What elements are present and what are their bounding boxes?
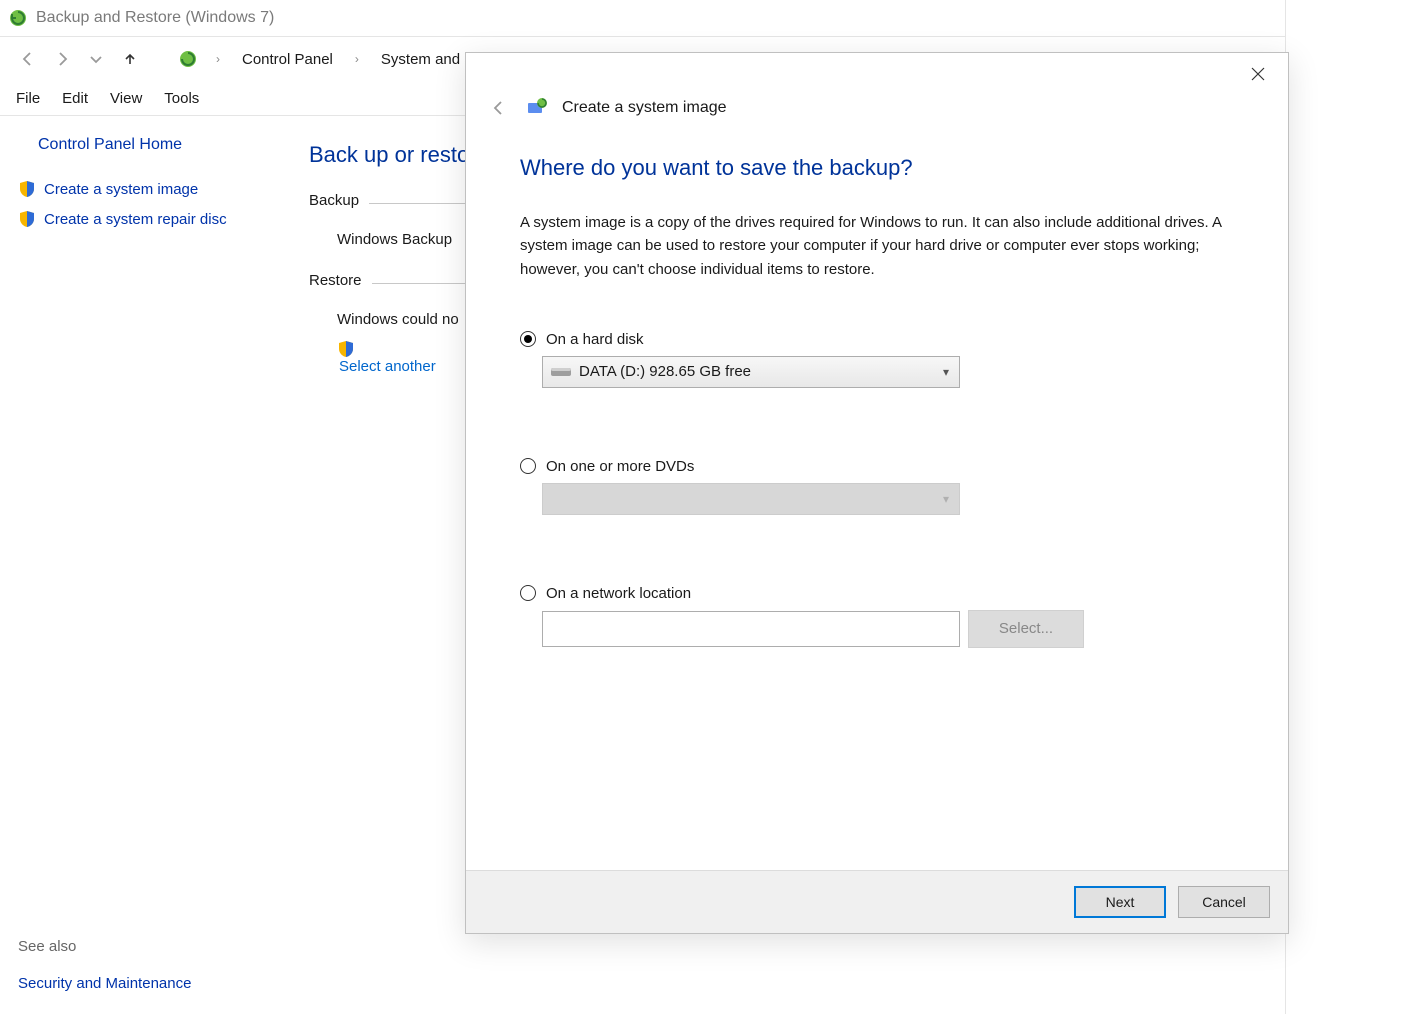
control-panel-home-link[interactable]: Control Panel Home — [18, 136, 277, 154]
window-title: Backup and Restore (Windows 7) — [36, 9, 274, 27]
breadcrumb-sep: › — [355, 52, 359, 66]
close-button[interactable] — [1238, 59, 1278, 89]
create-system-image-wizard: Create a system image Where do you want … — [465, 52, 1289, 934]
see-also-label: See also — [18, 938, 277, 955]
wizard-footer: Next Cancel — [466, 870, 1288, 933]
see-also-security-maintenance[interactable]: Security and Maintenance — [18, 971, 277, 996]
wizard-content: Where do you want to save the backup? A … — [466, 131, 1288, 870]
windows-backup-text: Windows Backup — [337, 231, 452, 248]
cancel-button[interactable]: Cancel — [1178, 886, 1270, 918]
breadcrumb-control-panel[interactable]: Control Panel — [238, 49, 337, 70]
breadcrumb-sep: › — [216, 52, 220, 66]
nav-recent-dropdown[interactable] — [86, 49, 106, 69]
hard-disk-selected-value: DATA (D:) 928.65 GB free — [579, 363, 751, 380]
wizard-titlebar — [466, 53, 1288, 95]
nav-up-button[interactable] — [120, 49, 140, 69]
menu-edit[interactable]: Edit — [52, 86, 98, 111]
sidebar-create-repair-disc[interactable]: Create a system repair disc — [18, 204, 277, 234]
shield-icon — [18, 180, 36, 198]
option-hard-disk: On a hard disk DATA (D:) 928.65 GB free … — [520, 331, 1234, 388]
wizard-header: Create a system image — [466, 95, 1288, 131]
chevron-down-icon: ▾ — [943, 492, 949, 506]
backup-section-label: Backup — [309, 192, 359, 209]
radio-network-label: On a network location — [546, 585, 691, 602]
system-image-icon — [526, 97, 548, 119]
menu-tools[interactable]: Tools — [154, 86, 209, 111]
hard-disk-dropdown[interactable]: DATA (D:) 928.65 GB free ▾ — [542, 356, 960, 388]
radio-hard-disk-label: On a hard disk — [546, 331, 644, 348]
network-select-button: Select... — [968, 610, 1084, 648]
wizard-back-button[interactable] — [486, 95, 512, 121]
sidebar-item-label: Create a system repair disc — [44, 211, 227, 228]
option-dvd: On one or more DVDs ▾ — [520, 458, 1234, 515]
next-button[interactable]: Next — [1074, 886, 1166, 918]
restore-section-label: Restore — [309, 272, 362, 289]
menu-view[interactable]: View — [100, 86, 152, 111]
breadcrumb-icon — [178, 49, 198, 69]
wizard-title: Create a system image — [562, 99, 727, 117]
radio-hard-disk[interactable] — [520, 331, 536, 347]
wizard-heading: Where do you want to save the backup? — [520, 155, 1234, 181]
see-also-section: See also Security and Maintenance — [18, 938, 277, 996]
radio-dvd[interactable] — [520, 458, 536, 474]
sidebar: Control Panel Home Create a system image… — [0, 116, 295, 1014]
window-titlebar: Backup and Restore (Windows 7) — [0, 0, 1285, 37]
shield-icon — [18, 210, 36, 228]
drive-icon — [551, 365, 571, 379]
nav-forward-button[interactable] — [52, 49, 72, 69]
nav-back-button[interactable] — [18, 49, 38, 69]
network-path-input[interactable] — [542, 611, 960, 647]
radio-dvd-label: On one or more DVDs — [546, 458, 694, 475]
menu-file[interactable]: File — [6, 86, 50, 111]
wizard-description: A system image is a copy of the drives r… — [520, 211, 1234, 281]
option-network: On a network location Select... — [520, 585, 1234, 648]
sidebar-item-label: Create a system image — [44, 181, 198, 198]
dvd-dropdown: ▾ — [542, 483, 960, 515]
backup-restore-icon — [8, 8, 28, 28]
select-another-backup-link[interactable]: Select another — [339, 358, 436, 375]
radio-network[interactable] — [520, 585, 536, 601]
sidebar-create-system-image[interactable]: Create a system image — [18, 174, 277, 204]
chevron-down-icon: ▾ — [943, 365, 949, 379]
